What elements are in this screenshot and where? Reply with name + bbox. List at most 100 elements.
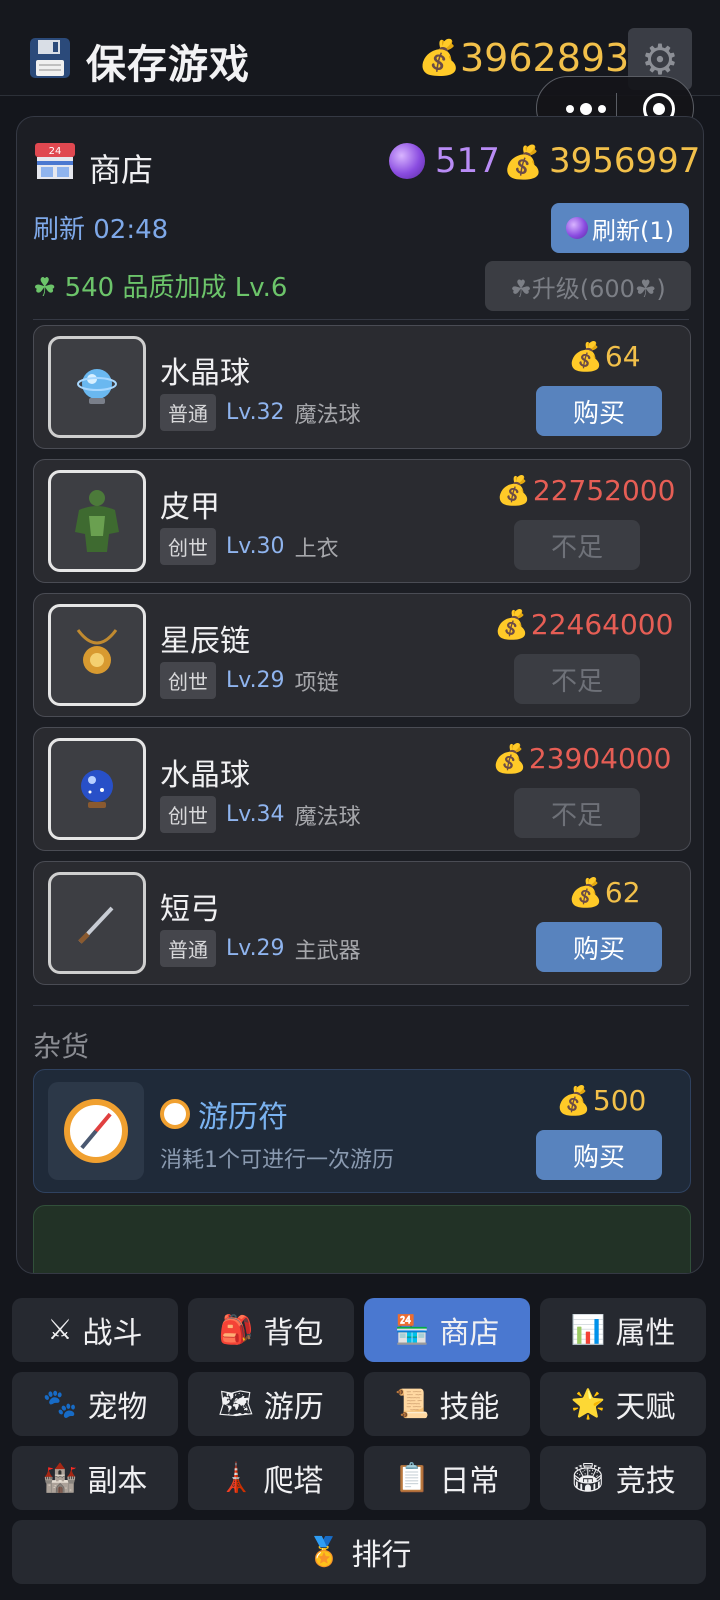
nav-arena[interactable]: 🏟 竞技: [540, 1446, 706, 1510]
shop-item: 水晶球 创世 Lv.34 魔法球 💰 23904000 不足: [33, 727, 691, 851]
shop-item: 水晶球 普通 Lv.32 魔法球 💰 64 购买: [33, 325, 691, 449]
item-level: Lv.34: [226, 802, 285, 827]
short-bow-icon: [78, 904, 116, 944]
nav-ranking[interactable]: 🏅 排行: [12, 1520, 706, 1584]
misc-item-label: 游历符: [198, 1100, 288, 1135]
nav-label: 爬塔: [263, 1464, 324, 1499]
floppy-disk-icon[interactable]: [28, 36, 72, 80]
sparkle-star-icon: 🌟: [570, 1387, 606, 1420]
item-type: 上衣: [294, 536, 339, 562]
nav-talent[interactable]: 🌟 天赋: [540, 1372, 706, 1436]
money-bag-icon: 💰: [492, 742, 527, 775]
insufficient-button[interactable]: 不足: [514, 654, 640, 704]
crystal-ball-icon: [566, 217, 588, 239]
clipboard-icon: 📋: [394, 1461, 430, 1494]
refresh-button[interactable]: 刷新(1): [551, 203, 689, 253]
money-bag-icon: 💰: [496, 474, 531, 507]
medal-icon: 🏅: [306, 1535, 342, 1568]
crossed-swords-icon: ⚔: [47, 1313, 73, 1346]
buy-button[interactable]: 购买: [536, 922, 662, 972]
nav-tower[interactable]: 🗼 爬塔: [188, 1446, 354, 1510]
shop-item: 短弓 普通 Lv.29 主武器 💰 62 购买: [33, 861, 691, 985]
rarity-badge: 创世: [160, 796, 216, 833]
nav-pet[interactable]: 🐾 宠物: [12, 1372, 178, 1436]
bar-chart-icon: 📊: [570, 1313, 606, 1346]
compass-icon: [160, 1099, 190, 1129]
nav-label: 天赋: [615, 1390, 676, 1425]
nav-daily[interactable]: 📋 日常: [364, 1446, 530, 1510]
scroll-icon: 📜: [394, 1387, 430, 1420]
nav-label: 商店: [439, 1316, 500, 1351]
nav-shop[interactable]: 🏪 商店: [364, 1298, 530, 1362]
upgrade-button[interactable]: ☘升级(600☘): [485, 261, 691, 311]
leather-armor-icon: [75, 490, 119, 552]
item-thumbnail[interactable]: [48, 604, 146, 706]
misc-item: 游历符 消耗1个可进行一次游历 💰 500 购买: [33, 1069, 691, 1193]
nav-stats[interactable]: 📊 属性: [540, 1298, 706, 1362]
item-price: 💰 22464000: [494, 608, 673, 641]
item-price: 💰 62: [568, 876, 641, 909]
item-price: 💰 22752000: [496, 474, 675, 507]
item-name: 水晶球: [160, 758, 250, 793]
insufficient-button[interactable]: 不足: [514, 788, 640, 838]
item-price: 💰 64: [568, 340, 641, 373]
shop-panel: 24 商店 517 💰 3956997 刷新 02:48 刷新(1) ☘ 540…: [16, 116, 704, 1274]
bottom-navigation: ⚔ 战斗 🎒 背包 🏪 商店 📊 属性 🐾 宠物 🗺 游历 📜 技能 🌟 天赋 …: [0, 1282, 720, 1600]
item-thumbnail[interactable]: [48, 872, 146, 974]
nav-travel[interactable]: 🗺 游历: [188, 1372, 354, 1436]
money-bag-icon: 💰: [568, 876, 603, 909]
save-game-button[interactable]: 保存游戏: [86, 32, 250, 90]
convenience-store-icon: 🏪: [394, 1313, 430, 1346]
item-meta: 创世 Lv.30 上衣: [160, 528, 339, 565]
divider: [33, 1005, 689, 1006]
item-type: 主武器: [294, 938, 361, 964]
item-thumbnail[interactable]: [48, 336, 146, 438]
item-name: 星辰链: [160, 624, 250, 659]
item-thumbnail[interactable]: [48, 1082, 144, 1180]
rarity-badge: 创世: [160, 528, 216, 565]
nav-label: 战斗: [82, 1316, 143, 1351]
shop-gold-amount: 3956997: [549, 141, 701, 181]
castle-icon: 🏰: [42, 1461, 78, 1494]
item-meta: 普通 Lv.32 魔法球: [160, 394, 361, 431]
price-value: 64: [604, 340, 641, 373]
nav-label: 日常: [439, 1464, 500, 1499]
item-name: 水晶球: [160, 356, 250, 391]
nav-bag[interactable]: 🎒 背包: [188, 1298, 354, 1362]
nav-label: 竞技: [615, 1464, 676, 1499]
item-thumbnail[interactable]: [48, 738, 146, 840]
divider: [33, 319, 689, 320]
nav-dungeon[interactable]: 🏰 副本: [12, 1446, 178, 1510]
backpack-icon: 🎒: [218, 1313, 254, 1346]
price-value: 23904000: [528, 742, 672, 775]
buy-button[interactable]: 购买: [536, 386, 662, 436]
price-value: 22752000: [532, 474, 676, 507]
nav-battle[interactable]: ⚔ 战斗: [12, 1298, 178, 1362]
star-necklace-icon: [76, 629, 118, 674]
money-bag-icon: 💰: [418, 38, 461, 78]
nav-skills[interactable]: 📜 技能: [364, 1372, 530, 1436]
refresh-timer: 刷新 02:48: [33, 215, 169, 245]
item-price: 💰 23904000: [492, 742, 671, 775]
price-value: 22464000: [530, 608, 674, 641]
money-bag-icon: 💰: [568, 340, 603, 373]
nav-label: 副本: [87, 1464, 148, 1499]
misc-item-name: 游历符: [160, 1092, 288, 1136]
item-meta: 普通 Lv.29 主武器: [160, 930, 361, 967]
refresh-button-label: 刷新(1): [592, 216, 674, 245]
misc-item-partial: [33, 1205, 691, 1273]
gold-amount: 3962893: [460, 36, 630, 80]
money-bag-icon: 💰: [503, 143, 543, 181]
tower-icon: 🗼: [218, 1461, 254, 1494]
item-name: 皮甲: [160, 490, 220, 525]
insufficient-button[interactable]: 不足: [514, 520, 640, 570]
crystal-count: 517: [435, 141, 500, 181]
item-level: Lv.30: [226, 534, 285, 559]
item-type: 魔法球: [294, 402, 361, 428]
buy-button[interactable]: 购买: [536, 1130, 662, 1180]
world-map-icon: 🗺: [218, 1387, 254, 1420]
rarity-badge: 普通: [160, 394, 216, 431]
item-level: Lv.29: [226, 936, 285, 961]
item-thumbnail[interactable]: [48, 470, 146, 572]
item-level: Lv.32: [226, 400, 285, 425]
